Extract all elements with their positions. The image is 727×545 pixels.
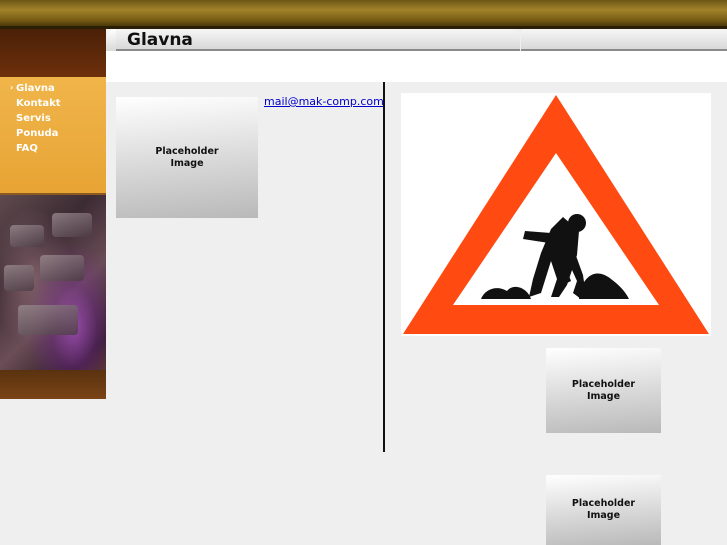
nav-item-label: Ponuda bbox=[16, 128, 59, 139]
left-footer-block bbox=[0, 370, 106, 399]
placeholder-image: Placeholder Image bbox=[546, 348, 661, 433]
column-divider bbox=[383, 82, 385, 452]
placeholder-label: Placeholder Image bbox=[571, 498, 636, 521]
secondary-tab bbox=[521, 29, 727, 51]
nav-item-label: Kontakt bbox=[16, 98, 61, 109]
placeholder-label: Placeholder Image bbox=[155, 145, 219, 169]
nav-item-faq[interactable]: FAQ bbox=[0, 143, 106, 158]
nav-item-label: FAQ bbox=[16, 143, 38, 154]
title-tab-left-corner bbox=[106, 29, 116, 51]
header-white-strip bbox=[106, 51, 727, 82]
nav-item-label: Servis bbox=[16, 113, 51, 124]
placeholder-image: Placeholder Image bbox=[546, 475, 661, 545]
top-gold-bar bbox=[0, 0, 727, 28]
nav-item-ponuda[interactable]: Ponuda bbox=[0, 128, 106, 143]
men-at-work-sign-icon bbox=[401, 93, 711, 336]
nav-item-label: Glavna bbox=[16, 83, 55, 94]
email-link[interactable]: mail@mak-comp.com bbox=[264, 95, 384, 108]
nav-item-servis[interactable]: Servis bbox=[0, 113, 106, 128]
page-title: Glavna bbox=[127, 30, 193, 50]
active-arrow-icon: › bbox=[10, 83, 14, 92]
nav-item-glavna[interactable]: › Glavna bbox=[0, 83, 106, 98]
left-header-block bbox=[0, 29, 106, 77]
nav-item-kontakt[interactable]: Kontakt bbox=[0, 98, 106, 113]
sidebar-nav: › Glavna Kontakt Servis Ponuda FAQ bbox=[0, 77, 106, 193]
keyboard-decoration-image bbox=[0, 193, 106, 399]
placeholder-image: Placeholder Image bbox=[116, 97, 258, 218]
placeholder-label: Placeholder Image bbox=[571, 378, 636, 402]
